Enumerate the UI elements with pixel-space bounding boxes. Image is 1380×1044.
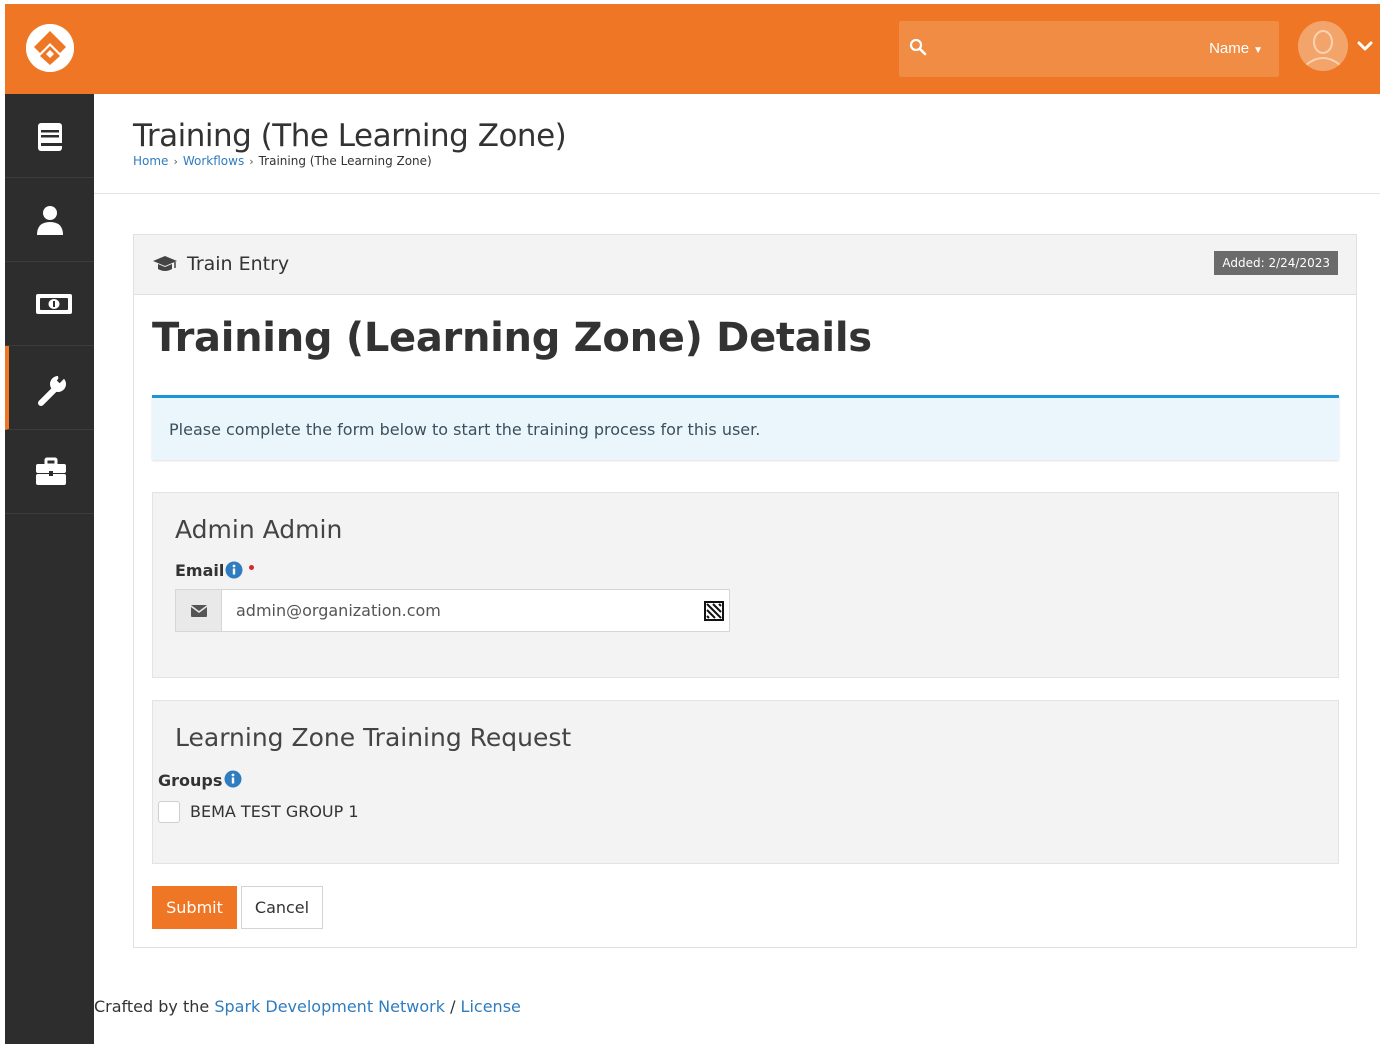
panel-title: Train Entry	[187, 253, 290, 275]
email-label: Email	[175, 561, 225, 580]
page-header: Training (The Learning Zone) Home › Workfl…	[94, 94, 1380, 194]
submit-button[interactable]: Submit	[152, 886, 237, 929]
book-icon	[38, 123, 62, 151]
footer-prefix: Crafted by the	[94, 997, 215, 1016]
license-link[interactable]: License	[461, 997, 521, 1016]
sidebar	[5, 94, 94, 1044]
workflow-entry-panel: Train Entry Added: 2/24/2023 Training (L…	[133, 234, 1357, 948]
spark-link[interactable]: Spark Development Network	[214, 997, 445, 1016]
breadcrumb-workflows[interactable]: Workflows	[183, 154, 244, 168]
search-icon	[909, 38, 927, 56]
breadcrumb-separator: ›	[173, 155, 178, 168]
page-title: Training (The Learning Zone)	[133, 118, 567, 154]
group-checkbox-label[interactable]: BEMA TEST GROUP 1	[190, 802, 359, 821]
wrench-icon	[38, 373, 67, 406]
breadcrumb-separator: ›	[249, 155, 254, 168]
sidebar-item-people[interactable]	[5, 178, 94, 262]
sidebar-item-admin-tools[interactable]	[5, 346, 94, 430]
person-silhouette-icon	[1298, 21, 1348, 71]
info-icon[interactable]	[224, 770, 242, 788]
search-type-dropdown[interactable]: Name ▼	[1209, 40, 1263, 57]
sidebar-item-content[interactable]	[5, 94, 94, 178]
cancel-button[interactable]: Cancel	[241, 886, 323, 929]
person-icon	[37, 206, 63, 235]
rock-logo-icon	[26, 24, 74, 72]
graduation-cap-icon	[153, 256, 177, 271]
chevron-down-icon[interactable]	[1357, 40, 1373, 52]
email-input[interactable]	[222, 590, 692, 631]
breadcrumb: Home › Workflows › Training (The Learning Zo…	[133, 154, 432, 168]
group-checkbox[interactable]	[158, 801, 180, 823]
user-avatar[interactable]	[1298, 21, 1348, 71]
email-input-group	[175, 589, 730, 632]
briefcase-icon	[36, 457, 66, 485]
info-alert: Please complete the form below to start …	[152, 395, 1339, 460]
sidebar-item-jobs[interactable]	[5, 430, 94, 514]
envelope-icon	[191, 605, 207, 617]
caret-down-icon: ▼	[1253, 45, 1263, 56]
alert-text: Please complete the form below to start …	[169, 420, 761, 439]
form-heading: Training (Learning Zone) Details	[152, 315, 872, 361]
money-icon	[36, 294, 72, 314]
breadcrumb-current: Training (The Learning Zone)	[258, 154, 432, 168]
footer-separator: /	[444, 997, 461, 1016]
training-request-section: Learning Zone Training Request Groups BE…	[152, 700, 1339, 864]
panel-heading: Train Entry Added: 2/24/2023	[134, 235, 1356, 295]
section-title-training: Learning Zone Training Request	[175, 723, 572, 752]
person-section: Admin Admin Email	[152, 492, 1339, 678]
email-addon	[176, 590, 222, 631]
password-manager-icon[interactable]	[704, 601, 724, 621]
sidebar-item-finance[interactable]	[5, 262, 94, 346]
search-input[interactable]	[939, 31, 1189, 67]
info-icon[interactable]	[225, 561, 243, 579]
search-type-label: Name	[1209, 40, 1250, 57]
breadcrumb-home[interactable]: Home	[133, 154, 168, 168]
footer: Crafted by the Spark Development Network…	[94, 997, 521, 1016]
section-title-person: Admin Admin	[175, 515, 343, 544]
search-box: Name ▼	[899, 21, 1279, 77]
required-indicator	[249, 565, 254, 570]
top-navbar: Name ▼	[5, 4, 1380, 94]
groups-label: Groups	[158, 771, 223, 790]
added-date-badge: Added: 2/24/2023	[1214, 251, 1338, 275]
rock-logo[interactable]	[26, 24, 74, 72]
